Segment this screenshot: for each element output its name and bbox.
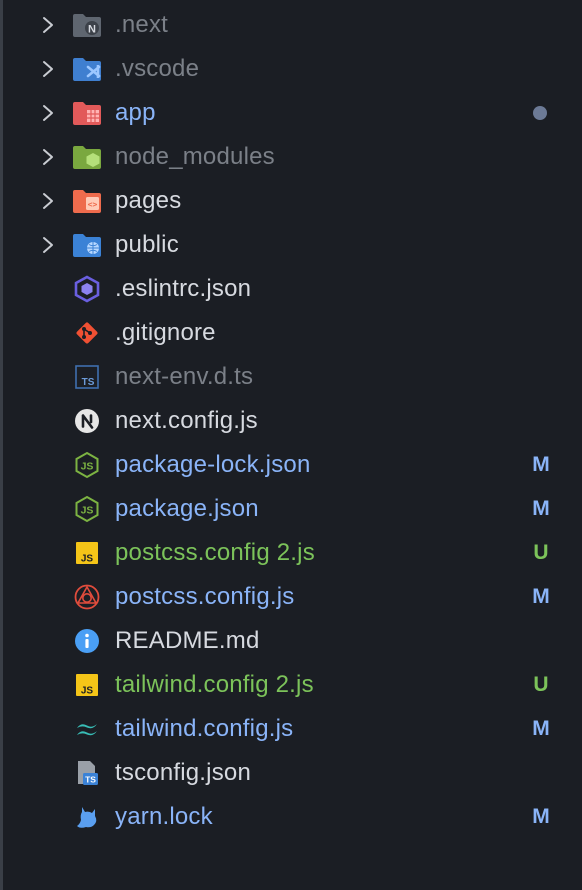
folder-row[interactable]: public (0, 223, 582, 267)
item-label: yarn.lock (115, 803, 213, 830)
public-folder-icon (72, 231, 102, 259)
svg-text:JS: JS (81, 554, 94, 565)
git-status-badge: M (532, 585, 550, 608)
folder-row[interactable]: .vscode (0, 47, 582, 91)
item-label: next-env.d.ts (115, 363, 254, 390)
item-label: tailwind.config 2.js (115, 671, 314, 698)
svg-text:TS: TS (82, 377, 95, 388)
app-folder-icon (72, 99, 102, 127)
item-label: .next (115, 11, 169, 38)
item-label: postcss.config 2.js (115, 539, 315, 566)
javascript-icon: JS (72, 539, 102, 567)
postcss-icon (72, 583, 102, 611)
chevron-right-icon[interactable] (38, 191, 58, 211)
chevron-right-icon[interactable] (38, 147, 58, 167)
chevron-right-icon[interactable] (38, 235, 58, 255)
git-status-badge: U (533, 541, 549, 564)
modified-dot-icon (533, 106, 547, 120)
svg-text:N: N (88, 24, 96, 36)
file-row[interactable]: tailwind.config.js M (0, 707, 582, 751)
info-icon (72, 627, 102, 655)
javascript-icon: JS (72, 671, 102, 699)
file-row[interactable]: README.md (0, 619, 582, 663)
svg-text:JS: JS (81, 505, 94, 517)
folder-row[interactable]: app (0, 91, 582, 135)
item-label: pages (115, 187, 182, 214)
file-row[interactable]: .gitignore (0, 311, 582, 355)
file-explorer: N .next .vscode app node_modules <> pages publi… (0, 0, 582, 890)
file-row[interactable]: JS package-lock.json M (0, 443, 582, 487)
nextjs-icon (72, 407, 102, 435)
item-label: tsconfig.json (115, 759, 252, 786)
item-label: package-lock.json (115, 451, 311, 478)
tailwind-icon (72, 715, 102, 743)
file-row[interactable]: JS package.json M (0, 487, 582, 531)
git-status-badge: U (533, 673, 549, 696)
item-label: next.config.js (115, 407, 258, 434)
file-row[interactable]: yarn.lock M (0, 795, 582, 839)
svg-text:<>: <> (88, 200, 98, 209)
file-row[interactable]: .eslintrc.json (0, 267, 582, 311)
item-label: app (115, 99, 156, 126)
pages-folder-icon: <> (72, 187, 102, 215)
chevron-right-icon[interactable] (38, 59, 58, 79)
eslint-icon (72, 275, 102, 303)
folder-row[interactable]: node_modules (0, 135, 582, 179)
folder-row[interactable]: N .next (0, 3, 582, 47)
file-row[interactable]: next.config.js (0, 399, 582, 443)
item-label: postcss.config.js (115, 583, 295, 610)
item-label: README.md (115, 627, 260, 654)
next-folder-icon: N (72, 11, 102, 39)
node-modules-folder-icon (72, 143, 102, 171)
item-label: .gitignore (115, 319, 216, 346)
git-status-badge: M (532, 805, 550, 828)
item-label: .eslintrc.json (115, 275, 252, 302)
nodejs-icon: JS (72, 495, 102, 523)
item-label: package.json (115, 495, 259, 522)
git-icon (72, 319, 102, 347)
item-label: tailwind.config.js (115, 715, 294, 742)
item-label: .vscode (115, 55, 200, 82)
nodejs-icon: JS (72, 451, 102, 479)
yarn-icon (72, 803, 102, 831)
file-row[interactable]: JS tailwind.config 2.js U (0, 663, 582, 707)
chevron-right-icon[interactable] (38, 15, 58, 35)
svg-text:JS: JS (81, 686, 94, 697)
git-status-badge: M (532, 497, 550, 520)
item-label: public (115, 231, 179, 258)
typescript-icon: TS (72, 363, 102, 391)
tsconfig-icon: TS (72, 759, 102, 787)
chevron-right-icon[interactable] (38, 103, 58, 123)
svg-text:JS: JS (81, 461, 94, 473)
git-status-badge: M (532, 453, 550, 476)
file-row[interactable]: TS tsconfig.json (0, 751, 582, 795)
git-status-badge: M (532, 717, 550, 740)
file-row[interactable]: postcss.config.js M (0, 575, 582, 619)
file-row[interactable]: TS next-env.d.ts (0, 355, 582, 399)
item-label: node_modules (115, 143, 275, 170)
folder-row[interactable]: <> pages (0, 179, 582, 223)
svg-text:TS: TS (85, 775, 96, 785)
vscode-folder-icon (72, 55, 102, 83)
file-row[interactable]: JS postcss.config 2.js U (0, 531, 582, 575)
